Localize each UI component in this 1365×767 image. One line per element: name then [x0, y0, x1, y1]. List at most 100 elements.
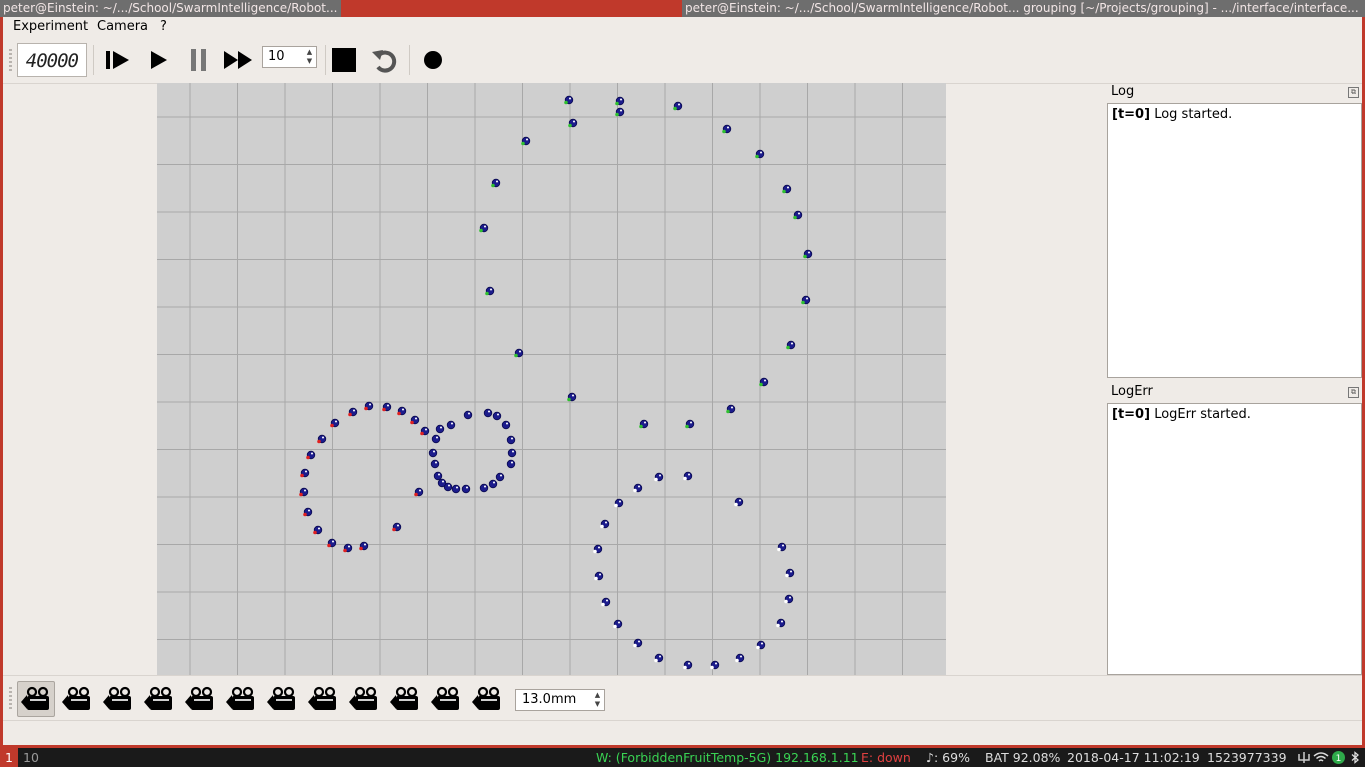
robot-swarm-a[interactable]	[722, 124, 732, 134]
robot-swarm-b[interactable]	[784, 594, 794, 604]
robot-swarm-c[interactable]	[327, 538, 337, 548]
robot-swarm-a[interactable]	[564, 95, 574, 105]
camera-button-4[interactable]	[140, 681, 178, 717]
robot-swarm-a[interactable]	[726, 404, 736, 414]
dock-float-icon[interactable]: ⧉	[1348, 87, 1359, 98]
robot-swarm-d[interactable]	[431, 434, 441, 444]
robot-swarm-c[interactable]	[414, 487, 424, 497]
robot-swarm-b[interactable]	[600, 519, 610, 529]
robot-swarm-d[interactable]	[463, 410, 473, 420]
spin-down-icon[interactable]: ▼	[304, 57, 315, 66]
camera-button-12[interactable]	[468, 681, 506, 717]
robot-swarm-c[interactable]	[397, 406, 407, 416]
camera-button-6[interactable]	[222, 681, 260, 717]
window-title-left[interactable]: peter@Einstein: ~/.../School/SwarmIntell…	[0, 0, 341, 17]
robot-swarm-a[interactable]	[801, 295, 811, 305]
robot-swarm-c[interactable]	[300, 468, 310, 478]
spin-down-icon[interactable]: ▼	[592, 700, 603, 709]
robot-swarm-c[interactable]	[299, 487, 309, 497]
camera-button-9[interactable]	[345, 681, 383, 717]
robot-swarm-a[interactable]	[479, 223, 489, 233]
speed-spinbox[interactable]: 10 ▲ ▼	[262, 46, 317, 68]
arena-floor[interactable]	[157, 83, 946, 675]
network-tray-icon[interactable]	[1297, 751, 1311, 764]
robot-swarm-b[interactable]	[683, 471, 693, 481]
menu-help[interactable]: ?	[160, 19, 167, 35]
robot-swarm-c[interactable]	[306, 450, 316, 460]
pause-button[interactable]	[183, 46, 215, 74]
robot-swarm-c[interactable]	[348, 407, 358, 417]
robot-swarm-b[interactable]	[614, 498, 624, 508]
robot-swarm-d[interactable]	[483, 408, 493, 418]
camera-button-1[interactable]	[17, 681, 55, 717]
robot-swarm-b[interactable]	[633, 483, 643, 493]
robot-swarm-b[interactable]	[593, 544, 603, 554]
robot-swarm-c[interactable]	[364, 401, 374, 411]
reset-button[interactable]	[369, 46, 401, 74]
robot-swarm-d[interactable]	[501, 420, 511, 430]
robot-swarm-a[interactable]	[685, 419, 695, 429]
robot-swarm-b[interactable]	[735, 653, 745, 663]
workspace-1[interactable]: 1	[0, 748, 18, 767]
robot-swarm-d[interactable]	[437, 478, 447, 488]
robot-swarm-a[interactable]	[673, 101, 683, 111]
robot-swarm-d[interactable]	[428, 448, 438, 458]
robot-swarm-a[interactable]	[491, 178, 501, 188]
robot-swarm-a[interactable]	[639, 419, 649, 429]
robot-swarm-b[interactable]	[683, 660, 693, 670]
robot-swarm-a[interactable]	[782, 184, 792, 194]
wifi-tray-icon[interactable]	[1313, 751, 1329, 764]
robot-swarm-d[interactable]	[506, 435, 516, 445]
robot-swarm-c[interactable]	[359, 541, 369, 551]
robot-swarm-d[interactable]	[446, 420, 456, 430]
record-button[interactable]	[417, 46, 449, 74]
robot-swarm-b[interactable]	[601, 597, 611, 607]
step-button[interactable]	[101, 46, 133, 74]
toolbar-grip[interactable]	[9, 49, 12, 71]
robot-swarm-c[interactable]	[382, 402, 392, 412]
robot-swarm-b[interactable]	[633, 638, 643, 648]
robot-swarm-a[interactable]	[803, 249, 813, 259]
robot-swarm-b[interactable]	[710, 660, 720, 670]
logerr-text-area[interactable]: [t=0] LogErr started.	[1107, 403, 1362, 675]
camera-button-11[interactable]	[427, 681, 465, 717]
robot-swarm-b[interactable]	[776, 618, 786, 628]
robot-swarm-d[interactable]	[479, 483, 489, 493]
robot-swarm-b[interactable]	[654, 472, 664, 482]
robot-swarm-a[interactable]	[786, 340, 796, 350]
arena-canvas[interactable]	[157, 83, 946, 675]
update-badge-icon[interactable]: 1	[1331, 750, 1346, 765]
robot-swarm-d[interactable]	[435, 424, 445, 434]
robot-swarm-a[interactable]	[568, 118, 578, 128]
robot-swarm-d[interactable]	[507, 448, 517, 458]
terminate-button[interactable]	[328, 46, 360, 74]
robot-swarm-c[interactable]	[420, 426, 430, 436]
play-button[interactable]	[142, 46, 174, 74]
dock-float-icon[interactable]: ⧉	[1348, 387, 1359, 398]
focal-length-spinbox[interactable]: 13.0mm ▲ ▼	[515, 689, 605, 711]
robot-swarm-c[interactable]	[392, 522, 402, 532]
robot-swarm-a[interactable]	[615, 107, 625, 117]
robot-swarm-a[interactable]	[514, 348, 524, 358]
bluetooth-icon[interactable]	[1350, 751, 1360, 764]
robot-swarm-c[interactable]	[330, 418, 340, 428]
camera-button-8[interactable]	[304, 681, 342, 717]
robot-swarm-b[interactable]	[654, 653, 664, 663]
robot-swarm-d[interactable]	[506, 459, 516, 469]
log-text-area[interactable]: [t=0] Log started.	[1107, 103, 1362, 378]
robot-swarm-d[interactable]	[492, 411, 502, 421]
menu-experiment[interactable]: Experiment	[13, 19, 88, 35]
workspace-10[interactable]: 10	[22, 748, 40, 767]
camera-button-2[interactable]	[58, 681, 96, 717]
robot-swarm-b[interactable]	[756, 640, 766, 650]
camera-button-7[interactable]	[263, 681, 301, 717]
robot-swarm-c[interactable]	[343, 543, 353, 553]
robot-swarm-c[interactable]	[303, 507, 313, 517]
toolbar-grip[interactable]	[9, 687, 12, 709]
robot-swarm-b[interactable]	[734, 497, 744, 507]
robot-swarm-b[interactable]	[594, 571, 604, 581]
robot-swarm-c[interactable]	[410, 415, 420, 425]
robot-swarm-d[interactable]	[461, 484, 471, 494]
camera-button-5[interactable]	[181, 681, 219, 717]
robot-swarm-b[interactable]	[785, 568, 795, 578]
